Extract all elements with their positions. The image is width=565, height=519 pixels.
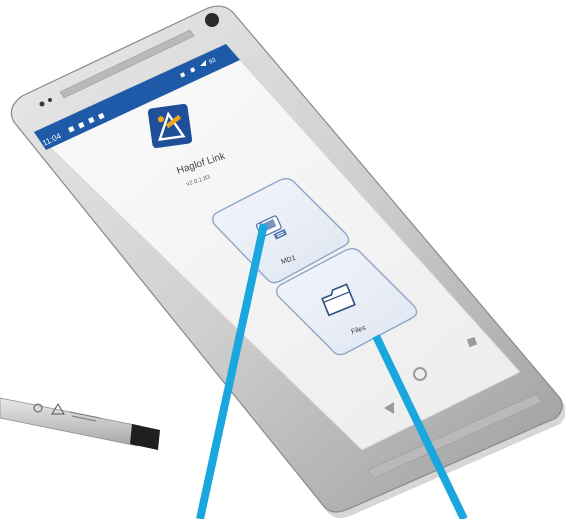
photo-scene: 11:04 93 Haglof Link v2.0.1.83 MD1 Files	[0, 5, 565, 519]
haglof-logo-icon	[147, 103, 193, 149]
md1-stick-device	[0, 397, 160, 450]
stick-cap	[130, 424, 160, 450]
sensor-dot-1	[39, 101, 45, 107]
sensor-dot-2	[48, 98, 52, 102]
front-camera	[205, 13, 219, 27]
